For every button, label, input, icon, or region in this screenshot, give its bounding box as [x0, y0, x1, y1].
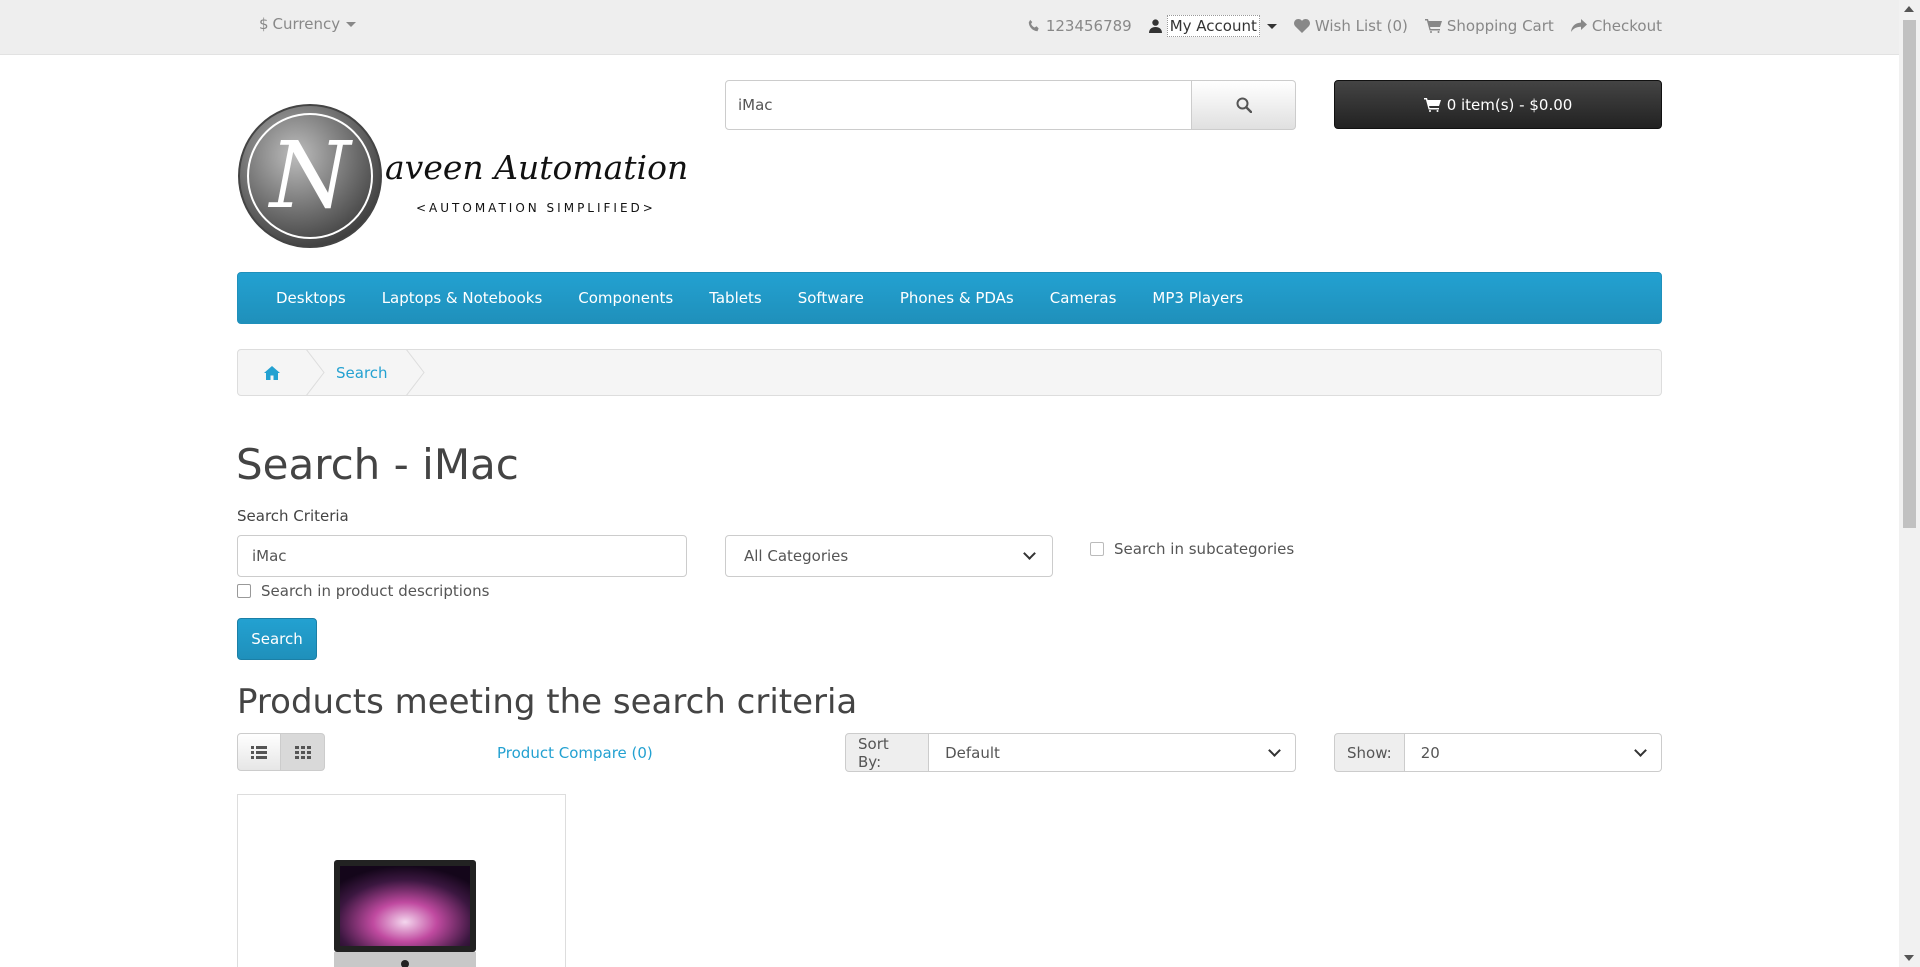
my-account-label: My Account [1166, 15, 1260, 37]
subcategories-label: Search in subcategories [1114, 540, 1295, 558]
share-icon [1570, 19, 1587, 32]
descriptions-option: Search in product descriptions [237, 582, 489, 600]
currency-label: Currency [272, 15, 341, 33]
product-image[interactable] [334, 860, 476, 967]
category-menu: Desktops Laptops & Notebooks Components … [237, 272, 1662, 324]
phone-link[interactable]: 123456789 [1027, 17, 1132, 35]
menu-item-desktops[interactable]: Desktops [258, 289, 364, 307]
view-toggle [237, 733, 325, 771]
site-logo[interactable]: N aveen Automation Labs <AUTOMATION SIMP… [237, 103, 778, 249]
menu-item-tablets[interactable]: Tablets [691, 289, 780, 307]
descriptions-checkbox[interactable] [237, 584, 251, 598]
menu-item-software[interactable]: Software [780, 289, 882, 307]
logo-tagline: <AUTOMATION SIMPLIFIED> [416, 201, 656, 215]
sort-by-select[interactable]: Default [929, 733, 1296, 772]
cart-button[interactable]: 0 item(s) - $0.00 [1334, 80, 1662, 129]
menu-item-phones-pdas[interactable]: Phones & PDAs [882, 289, 1032, 307]
menu-item-cameras[interactable]: Cameras [1032, 289, 1135, 307]
top-links: 123456789 My Account Wish List (0) Shopp… [1027, 15, 1662, 37]
search-button[interactable]: Search [237, 618, 317, 660]
logo-initial: N [268, 122, 354, 229]
page-title: Search - iMac [236, 440, 519, 489]
search-criteria-input[interactable] [237, 535, 687, 577]
header-search [725, 80, 1296, 130]
scroll-up-icon[interactable] [1904, 6, 1914, 12]
shopping-cart-label: Shopping Cart [1446, 17, 1554, 35]
breadcrumb-separator [405, 349, 425, 396]
phone-number: 123456789 [1045, 17, 1132, 35]
chevron-down-icon [1023, 547, 1036, 560]
menu-item-components[interactable]: Components [560, 289, 691, 307]
subcategories-checkbox[interactable] [1090, 542, 1104, 556]
logo-text: aveen Automation Labs [385, 148, 687, 187]
checkout-link[interactable]: Checkout [1570, 17, 1662, 35]
breadcrumb-home[interactable] [238, 350, 306, 395]
phone-icon [1028, 19, 1039, 32]
grid-view-button[interactable] [281, 733, 325, 771]
home-icon [264, 365, 280, 380]
product-compare-link[interactable]: Product Compare (0) [497, 744, 653, 762]
descriptions-label: Search in product descriptions [261, 582, 490, 600]
chevron-down-icon [1634, 743, 1647, 757]
wish-list-label: Wish List (0) [1314, 17, 1408, 35]
breadcrumb-separator [306, 349, 325, 396]
page-scrollbar[interactable] [1899, 0, 1920, 967]
scrollbar-thumb[interactable] [1903, 20, 1916, 528]
user-icon [1148, 19, 1162, 33]
cart-total: 0 item(s) - $0.00 [1446, 95, 1573, 114]
header-search-input[interactable] [725, 80, 1192, 130]
chevron-down-icon [1266, 23, 1277, 29]
cart-icon [1424, 19, 1442, 33]
show-limit-value: 20 [1420, 743, 1440, 762]
list-icon [251, 745, 267, 759]
sort-by-label: Sort By: [845, 733, 930, 772]
checkout-label: Checkout [1591, 17, 1662, 35]
search-criteria-label: Search Criteria [237, 507, 349, 525]
grid-icon [294, 745, 311, 759]
category-select-value: All Categories [744, 547, 849, 565]
top-bar: $ Currency 123456789 My Account Wish Lis… [0, 0, 1899, 55]
chevron-down-icon [346, 21, 357, 27]
show-limit-select[interactable]: 20 [1404, 733, 1662, 772]
header-search-button[interactable] [1192, 80, 1296, 130]
my-account-dropdown[interactable]: My Account [1148, 15, 1277, 37]
currency-symbol: $ [259, 15, 269, 33]
chevron-down-icon [1268, 743, 1281, 757]
list-view-button[interactable] [237, 733, 281, 771]
subcategories-option: Search in subcategories [1090, 540, 1294, 558]
menu-item-laptops-notebooks[interactable]: Laptops & Notebooks [364, 289, 561, 307]
products-heading: Products meeting the search criteria [237, 682, 858, 722]
show-limit-group: Show: 20 [1334, 733, 1662, 772]
search-icon [1236, 97, 1252, 113]
breadcrumb-item-search[interactable]: Search [326, 364, 406, 382]
heart-icon [1293, 19, 1310, 33]
sort-by-group: Sort By: Default [845, 733, 1296, 772]
cart-icon [1423, 97, 1441, 112]
sort-by-value: Default [945, 743, 1000, 762]
currency-dropdown[interactable]: $ Currency [259, 15, 357, 33]
category-select[interactable]: All Categories [725, 535, 1053, 577]
product-card[interactable] [237, 794, 566, 967]
shopping-cart-link[interactable]: Shopping Cart [1424, 17, 1554, 35]
scroll-down-icon[interactable] [1904, 955, 1914, 961]
menu-item-mp3-players[interactable]: MP3 Players [1134, 289, 1261, 307]
breadcrumb: Search [237, 349, 1662, 396]
wish-list-link[interactable]: Wish List (0) [1293, 17, 1408, 35]
show-label: Show: [1334, 733, 1405, 772]
